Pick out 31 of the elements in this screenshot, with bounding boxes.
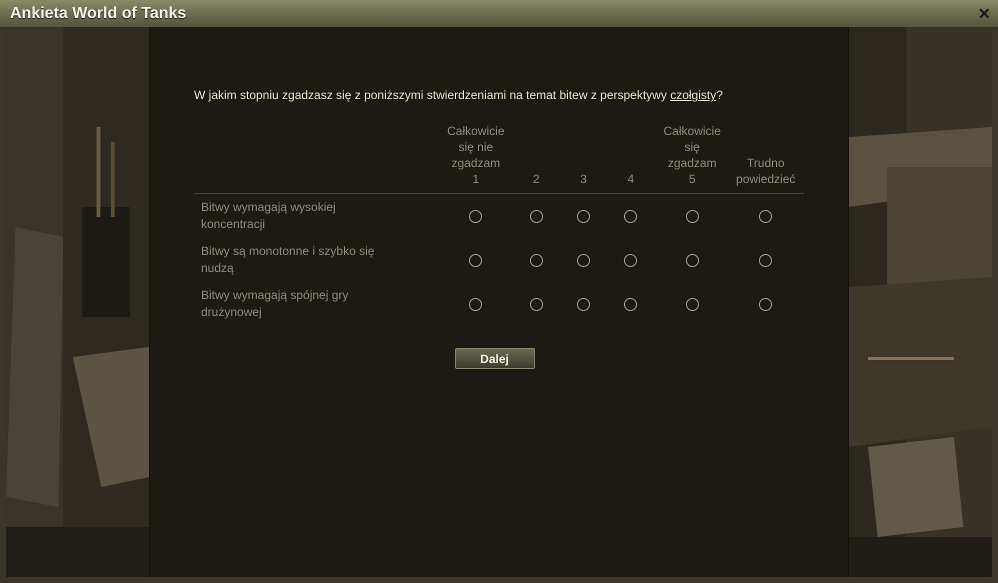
radio-button[interactable] <box>624 210 638 224</box>
radio-button[interactable] <box>624 254 638 268</box>
next-button[interactable]: Dalej <box>454 348 534 369</box>
column-header: 2 <box>532 172 540 186</box>
radio-button[interactable] <box>577 298 590 312</box>
column-header: Całkowicie się nie zgadzam 1 <box>447 124 504 186</box>
column-header: Trudno powiedzieć <box>736 156 796 186</box>
radio-button[interactable] <box>577 254 590 268</box>
column-header: Całkowicie się zgadzam 5 <box>664 124 721 186</box>
question-text: W jakim stopniu zgadzasz się z poniższymi stwierdzeniami na temat bitew z perspektywy czołgisty? <box>194 88 724 103</box>
column-header: 4 <box>627 172 634 186</box>
radio-button[interactable] <box>577 210 590 224</box>
radio-button[interactable] <box>530 254 543 268</box>
radio-button[interactable] <box>759 210 772 224</box>
radio-button[interactable] <box>530 298 543 312</box>
statement-text: Bitwy są monotonne i szybko się nudzą <box>201 243 376 277</box>
radio-button[interactable] <box>686 298 699 312</box>
radio-button[interactable] <box>686 254 699 268</box>
radio-button[interactable] <box>530 210 543 224</box>
radio-button[interactable] <box>686 210 699 224</box>
statement-text: Bitwy wymagają spójnej gry drużynowej <box>201 287 350 321</box>
statement-text: Bitwy wymagają wysokiej koncentracji <box>201 199 337 233</box>
radio-button[interactable] <box>469 210 482 224</box>
radio-button[interactable] <box>759 254 772 268</box>
radio-button[interactable] <box>624 298 638 312</box>
radio-button[interactable] <box>469 298 482 312</box>
term-link[interactable]: czołgisty <box>670 88 716 102</box>
radio-button[interactable] <box>759 298 772 312</box>
column-header: 3 <box>580 172 587 186</box>
window-title: Ankieta World of Tanks <box>10 4 186 22</box>
radio-button[interactable] <box>469 254 482 268</box>
